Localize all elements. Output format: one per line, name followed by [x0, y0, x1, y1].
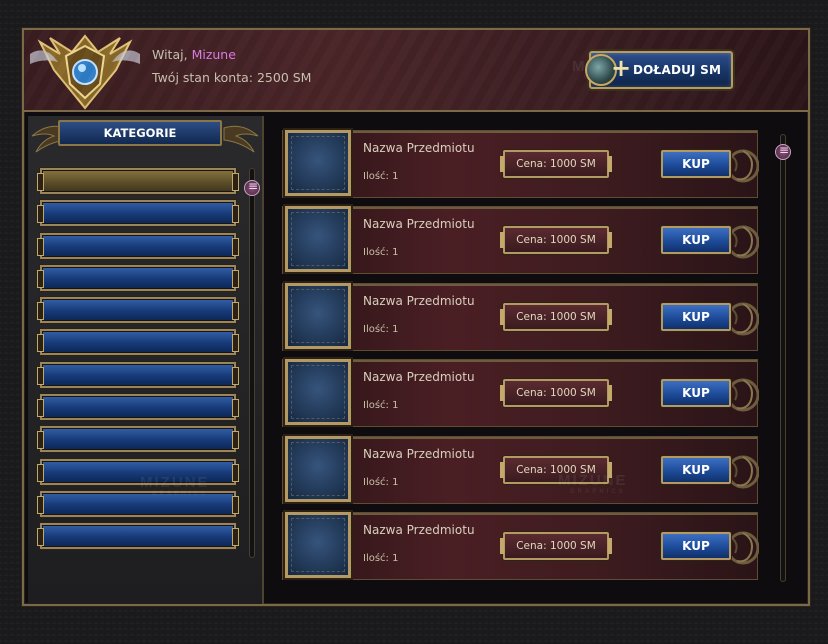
- items-scrollbar-track[interactable]: [780, 134, 786, 582]
- category-item[interactable]: [37, 394, 239, 421]
- category-item[interactable]: [37, 426, 239, 453]
- item-quantity: Ilość: 1: [363, 476, 399, 488]
- category-scrollbar-thumb[interactable]: [244, 179, 260, 196]
- item-thumbnail[interactable]: [285, 206, 351, 273]
- buy-button[interactable]: KUP: [661, 532, 731, 560]
- shop-window: Witaj, Mizune Twój stan konta: 2500 SM M…: [22, 28, 810, 606]
- item-quantity: Ilość: 1: [363, 323, 399, 335]
- item-list: Nazwa Przedmiotu Ilość: 1 Cena: 1000 SM KUP…: [282, 130, 762, 604]
- category-item[interactable]: [37, 297, 239, 324]
- item-quantity: Ilość: 1: [363, 400, 399, 412]
- topup-button[interactable]: + DOŁADUJ SM: [585, 51, 733, 89]
- item-quantity: Ilość: 1: [363, 247, 399, 259]
- item-thumbnail[interactable]: [285, 282, 351, 349]
- item-price: Cena: 1000 SM: [500, 150, 612, 178]
- item-thumbnail[interactable]: [285, 435, 351, 502]
- item-name: Nazwa Przedmiotu: [363, 141, 475, 155]
- items-scrollbar-thumb[interactable]: [775, 143, 791, 160]
- item-price: Cena: 1000 SM: [500, 226, 612, 255]
- category-item[interactable]: [37, 523, 239, 550]
- shop-item-row: Nazwa Przedmiotu Ilość: 1 Cena: 1000 SM KUP: [282, 512, 759, 580]
- shop-item-row: Nazwa Przedmiotu Ilość: 1 Cena: 1000 SM KUP: [282, 130, 759, 198]
- category-list: [37, 168, 239, 556]
- shop-item-row: Nazwa Przedmiotu Ilość: 1 Cena: 1000 SM KUP: [282, 206, 759, 275]
- shop-item-row: Nazwa Przedmiotu Ilość: 1 Cena: 1000 SM KUP: [282, 359, 759, 428]
- plus-icon: +: [611, 54, 632, 82]
- item-thumbnail[interactable]: [285, 130, 351, 196]
- category-item[interactable]: [37, 361, 239, 388]
- category-item[interactable]: [37, 264, 239, 291]
- watermark: MIZUNE GRAPHICS: [558, 472, 628, 495]
- buy-button[interactable]: KUP: [661, 455, 731, 484]
- buy-button[interactable]: KUP: [661, 150, 731, 178]
- item-name: Nazwa Przedmiotu: [363, 293, 475, 308]
- watermark-main: MIZUNE: [558, 472, 628, 489]
- category-item[interactable]: [37, 232, 239, 259]
- item-name: Nazwa Przedmiotu: [363, 446, 475, 461]
- greeting-prefix: Witaj,: [152, 47, 188, 62]
- buy-button[interactable]: KUP: [661, 379, 731, 408]
- right-wing-ornament-icon: [223, 125, 259, 153]
- item-name: Nazwa Przedmiotu: [363, 217, 475, 232]
- shop-item-row: Nazwa Przedmiotu Ilość: 1 Cena: 1000 SM KUP: [282, 435, 759, 504]
- account-balance: Twój stan konta: 2500 SM: [152, 70, 312, 85]
- category-item[interactable]: [37, 200, 239, 227]
- greeting-text: Witaj, Mizune: [152, 47, 236, 62]
- account-header: Witaj, Mizune Twój stan konta: 2500 SM M…: [24, 30, 808, 112]
- buy-button[interactable]: KUP: [661, 226, 731, 255]
- buy-button[interactable]: KUP: [661, 302, 731, 331]
- item-quantity: Ilość: 1: [363, 553, 399, 564]
- watermark: MIZUNE GRAPHICS: [140, 474, 210, 497]
- item-name: Nazwa Przedmiotu: [363, 523, 475, 537]
- categories-header: KATEGORIE: [58, 120, 222, 146]
- shop-item-row: Nazwa Przedmiotu Ilość: 1 Cena: 1000 SM KUP: [282, 282, 759, 351]
- item-quantity: Ilość: 1: [363, 171, 399, 182]
- item-name: Nazwa Przedmiotu: [363, 370, 475, 385]
- watermark-main: MIZUNE: [140, 474, 210, 491]
- watermark-sub: GRAPHICS: [152, 491, 208, 497]
- item-price: Cena: 1000 SM: [500, 532, 612, 560]
- watermark-sub: GRAPHICS: [570, 489, 626, 495]
- item-thumbnail[interactable]: [285, 512, 351, 578]
- topup-label: DOŁADUJ SM: [633, 63, 722, 77]
- crest-emblem-icon: [30, 34, 140, 110]
- category-sidebar: KATEGORIE MIZUNE GRAPHICS: [28, 116, 264, 604]
- username: Mizune: [191, 47, 236, 62]
- item-price: Cena: 1000 SM: [500, 302, 612, 331]
- item-price: Cena: 1000 SM: [500, 379, 612, 408]
- item-thumbnail[interactable]: [285, 359, 351, 426]
- category-scrollbar-track[interactable]: [249, 168, 255, 558]
- category-item[interactable]: [37, 329, 239, 356]
- category-item[interactable]: [37, 168, 239, 194]
